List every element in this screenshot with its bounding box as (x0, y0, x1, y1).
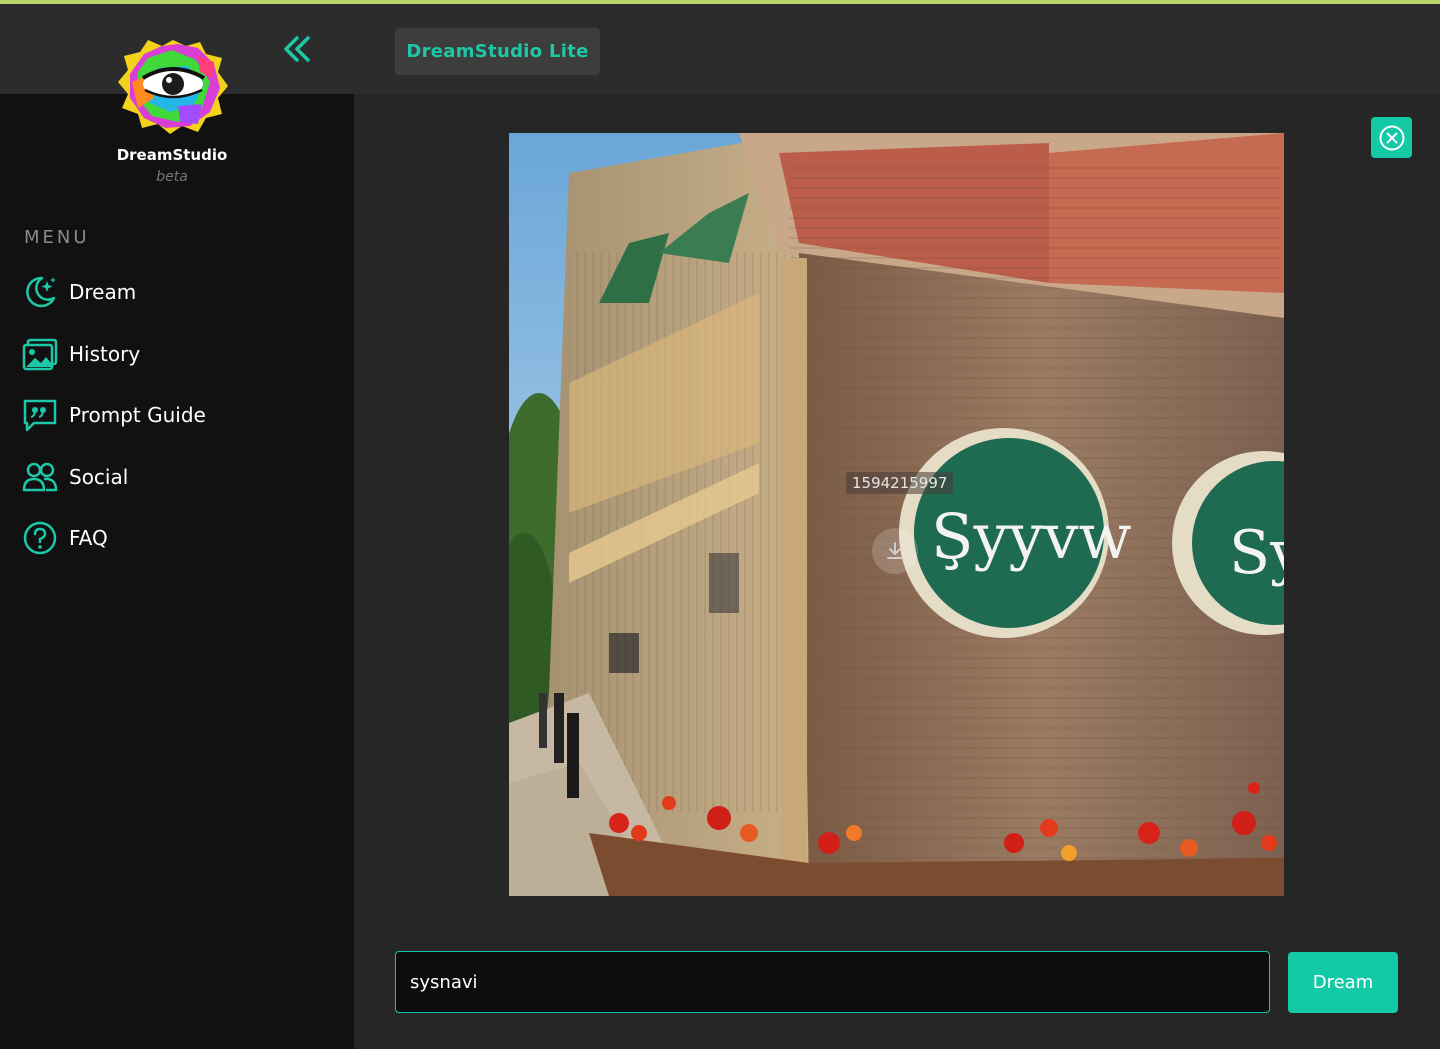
sidebar-item-label: Social (69, 465, 129, 489)
prompt-input[interactable] (395, 951, 1270, 1013)
question-circle-icon (22, 520, 58, 556)
sign-text: Şyyvw (931, 500, 1132, 573)
sidebar-item-label: FAQ (69, 526, 108, 550)
sidebar-item-history[interactable]: History (22, 334, 322, 374)
menu-heading: MENU (24, 227, 90, 248)
sidebar-item-label: Prompt Guide (69, 403, 206, 427)
svg-text:Sy: Sy (1229, 518, 1284, 588)
generated-image: Şyyvw Sy (509, 133, 1284, 896)
collapse-sidebar-button[interactable] (280, 32, 314, 66)
sidebar-item-prompt-guide[interactable]: Prompt Guide (22, 395, 322, 435)
brand-name: DreamStudio (116, 146, 228, 164)
image-gallery-icon (22, 336, 58, 372)
download-icon (887, 542, 903, 559)
sidebar-item-label: Dream (69, 280, 137, 304)
paint-splash-eye-icon (118, 40, 228, 134)
close-circle-icon (1379, 125, 1404, 150)
users-icon (22, 459, 58, 495)
close-image-button[interactable] (1371, 117, 1412, 158)
double-chevron-left-icon (284, 36, 310, 62)
dream-button[interactable]: Dream (1288, 952, 1398, 1013)
sidebar-item-social[interactable]: Social (22, 457, 322, 497)
sidebar-item-faq[interactable]: FAQ (22, 518, 322, 558)
download-button[interactable] (872, 528, 918, 574)
quote-bubble-icon (22, 397, 58, 433)
sidebar-item-dream[interactable]: Dream (22, 272, 322, 312)
brand-subtitle: beta (156, 169, 188, 185)
app-title-button[interactable]: DreamStudio Lite (395, 28, 600, 75)
seed-label: 1594215997 (846, 472, 954, 494)
sidebar-item-label: History (69, 342, 141, 366)
moon-stars-icon (22, 274, 58, 310)
